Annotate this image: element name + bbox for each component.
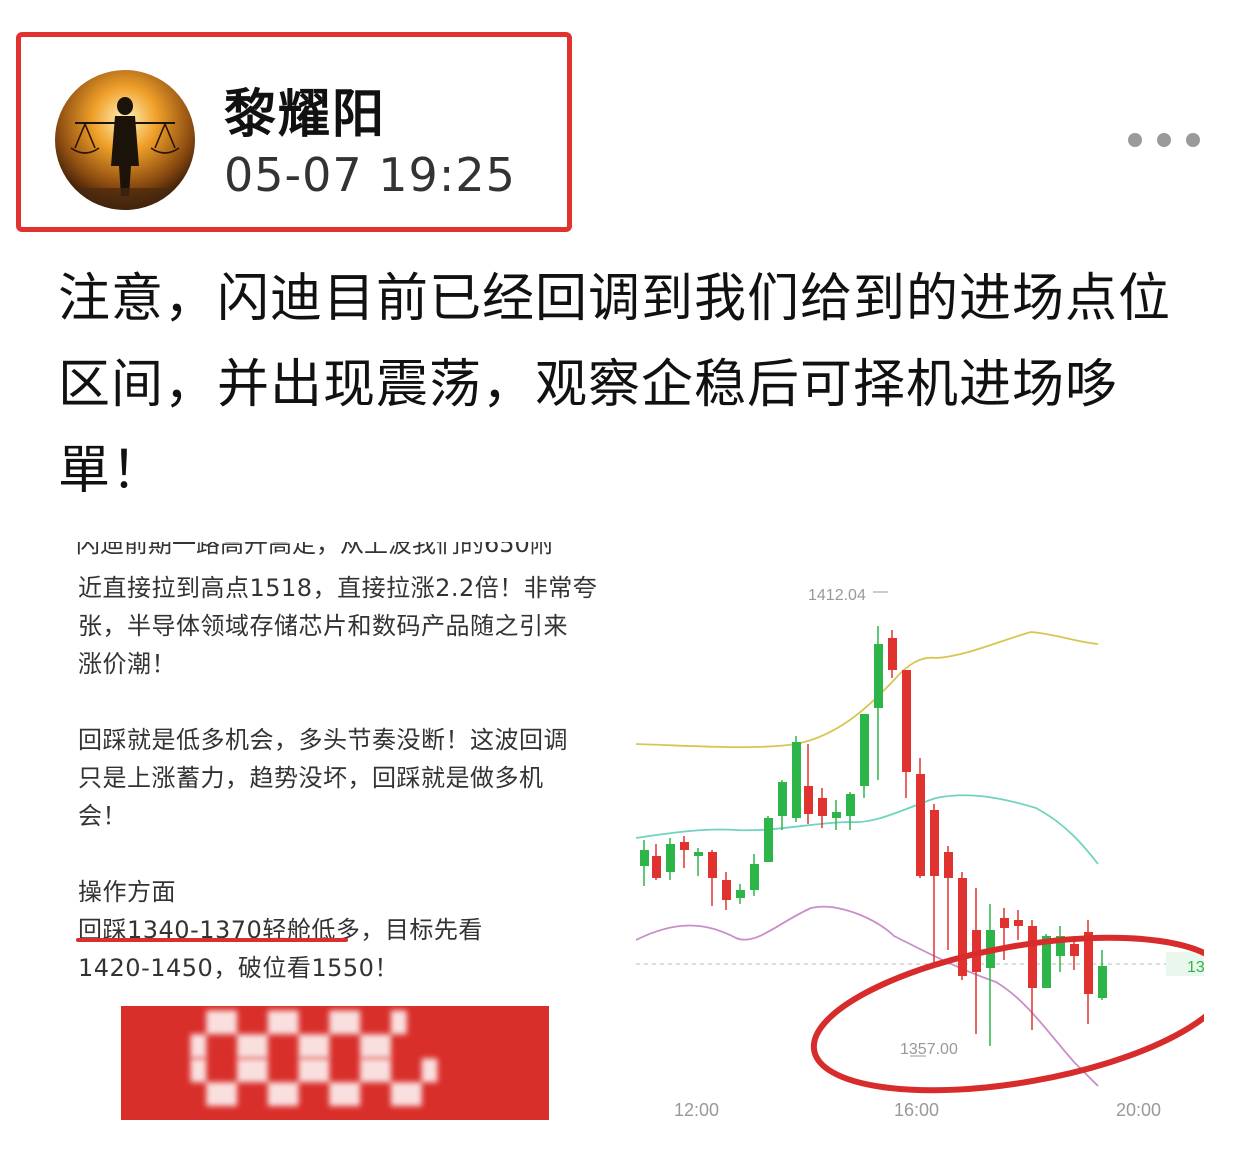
- candle-body: [778, 782, 787, 816]
- candle-body: [804, 786, 813, 814]
- candle-body: [722, 880, 731, 900]
- candle-body: [1070, 944, 1079, 956]
- candle-body: [860, 714, 869, 786]
- x-tick-label: 16:00: [894, 1100, 939, 1120]
- x-tick-label: 20:00: [1116, 1100, 1161, 1120]
- candle-body: [902, 670, 911, 772]
- candle-body: [640, 850, 649, 866]
- post-body-text: 注意，闪迪目前已经回调到我们给到的进场点位区间，并出现震荡，观察企稳后可择机进场…: [58, 269, 1172, 501]
- candle-body: [1014, 920, 1023, 926]
- candle-body: [666, 844, 675, 872]
- note-line: 会！: [78, 802, 127, 830]
- note-line: 1420-1450，破位看1550！: [78, 954, 399, 982]
- candlestick-chart: 1412.04 1357.00 13 12:00 16:00 20:00: [636, 560, 1204, 1140]
- blurred-red-banner: ▞▚▞▚▞▚▞ ▚▞▚▞▚▞▚▞: [121, 1006, 549, 1120]
- candle-body: [930, 810, 939, 876]
- candle-body: [764, 818, 773, 862]
- note-line: 回踩就是低多机会，多头节奏没断！这波回调: [78, 726, 568, 754]
- candle-body: [708, 852, 717, 878]
- note-line: 操作方面: [78, 878, 176, 906]
- highlight-circle: [810, 934, 1204, 1094]
- post-timestamp: 05-07 19:25: [224, 148, 516, 202]
- candle-body: [832, 812, 841, 818]
- author-name[interactable]: 黎耀阳: [224, 72, 386, 147]
- candle-body: [694, 852, 703, 856]
- candle-body: [680, 842, 689, 850]
- candle-body: [944, 852, 953, 878]
- chart-price-fragment: 13: [1187, 959, 1204, 976]
- candle-body: [792, 742, 801, 818]
- author-avatar[interactable]: [55, 70, 195, 210]
- candle-body: [750, 864, 759, 890]
- note-line: 涨价潮！: [78, 650, 176, 678]
- x-tick-label: 12:00: [674, 1100, 719, 1120]
- chart-low-label: 1357.00: [900, 1041, 958, 1058]
- chart-high-label: 1412.04: [808, 587, 866, 604]
- candle-body: [874, 644, 883, 708]
- candle-body: [958, 878, 967, 976]
- note-line: 只是上涨蓄力，趋势没坏，回踩就是做多机: [78, 764, 544, 792]
- candle-body: [818, 798, 827, 816]
- note-underline: [76, 938, 348, 942]
- more-dots-icon[interactable]: [1128, 126, 1200, 154]
- candle-body: [846, 794, 855, 816]
- candle-body: [916, 774, 925, 876]
- candle-body: [652, 856, 661, 878]
- candle-body: [1098, 966, 1107, 998]
- note-cut-line: 闪迪前期一路高开高走，从上波我们的650附: [76, 542, 554, 556]
- candle-body: [1084, 932, 1093, 994]
- candle-body: [736, 890, 745, 898]
- candle-body: [1000, 918, 1009, 928]
- note-line: 张，半导体领域存储芯片和数码产品随之引来: [78, 612, 568, 640]
- candle-body: [1028, 926, 1037, 988]
- note-line: 近直接拉到高点1518，直接拉涨2.2倍！非常夸: [78, 574, 598, 602]
- candle-body: [888, 638, 897, 670]
